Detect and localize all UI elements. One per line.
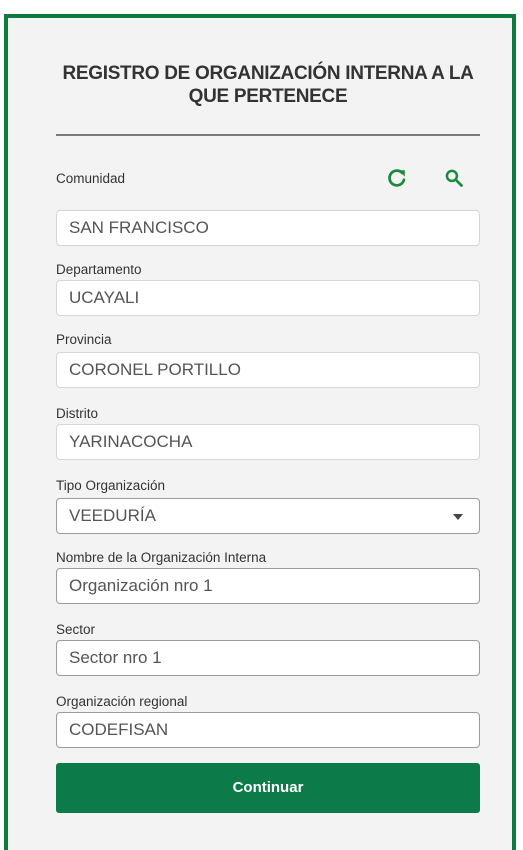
departamento-field[interactable]: UCAYALI [56,280,480,316]
distrito-label: Distrito [56,406,99,421]
organizacion-regional-label: Organización regional [56,694,188,709]
provincia-label: Provincia [56,332,112,347]
chevron-down-icon [453,514,463,520]
organizacion-regional-field[interactable]: CODEFISAN [56,712,480,748]
form-title: REGISTRO DE ORGANIZACIÓN INTERNA A LA QU… [62,63,474,107]
refresh-icon[interactable] [383,164,411,192]
sector-label: Sector [56,622,96,637]
provincia-field[interactable]: CORONEL PORTILLO [56,352,480,388]
continue-button[interactable]: Continuar [56,763,480,813]
title-divider [56,134,480,136]
search-icon[interactable] [440,164,468,192]
departamento-label: Departamento [56,262,142,277]
tipo-organizacion-value: VEEDURÍA [69,506,156,525]
comunidad-field[interactable]: SAN FRANCISCO [56,210,480,246]
tipo-organizacion-label: Tipo Organización [56,478,166,493]
nombre-organizacion-field[interactable]: Organización nro 1 [56,568,480,604]
distrito-field[interactable]: YARINACOCHA [56,424,480,460]
nombre-organizacion-label: Nombre de la Organización Interna [56,550,267,565]
tipo-organizacion-select[interactable]: VEEDURÍA [56,498,480,534]
comunidad-label: Comunidad [56,171,126,186]
sector-field[interactable]: Sector nro 1 [56,640,480,676]
